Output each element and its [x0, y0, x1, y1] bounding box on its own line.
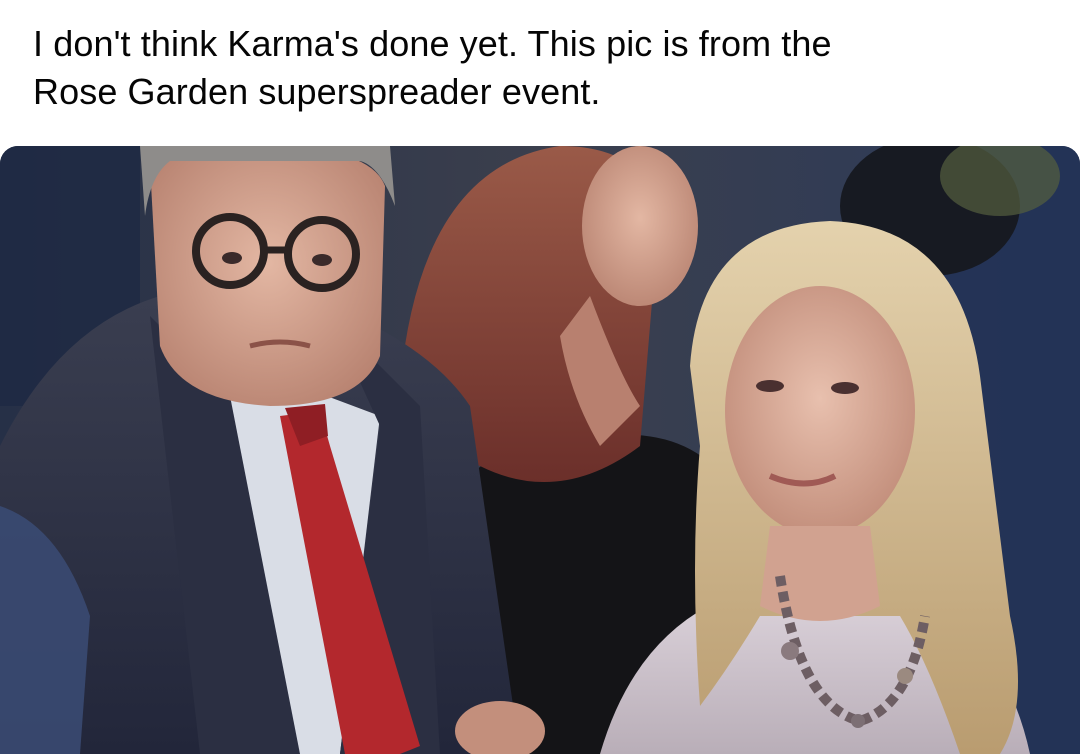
post-photo[interactable]	[0, 146, 1080, 754]
photo-illustration	[0, 146, 1080, 754]
post-caption: I don't think Karma's done yet. This pic…	[33, 20, 1053, 116]
caption-line-1: I don't think Karma's done yet. This pic…	[33, 23, 832, 64]
caption-line-2: Rose Garden superspreader event.	[33, 71, 601, 112]
post-card: I don't think Karma's done yet. This pic…	[0, 0, 1080, 754]
